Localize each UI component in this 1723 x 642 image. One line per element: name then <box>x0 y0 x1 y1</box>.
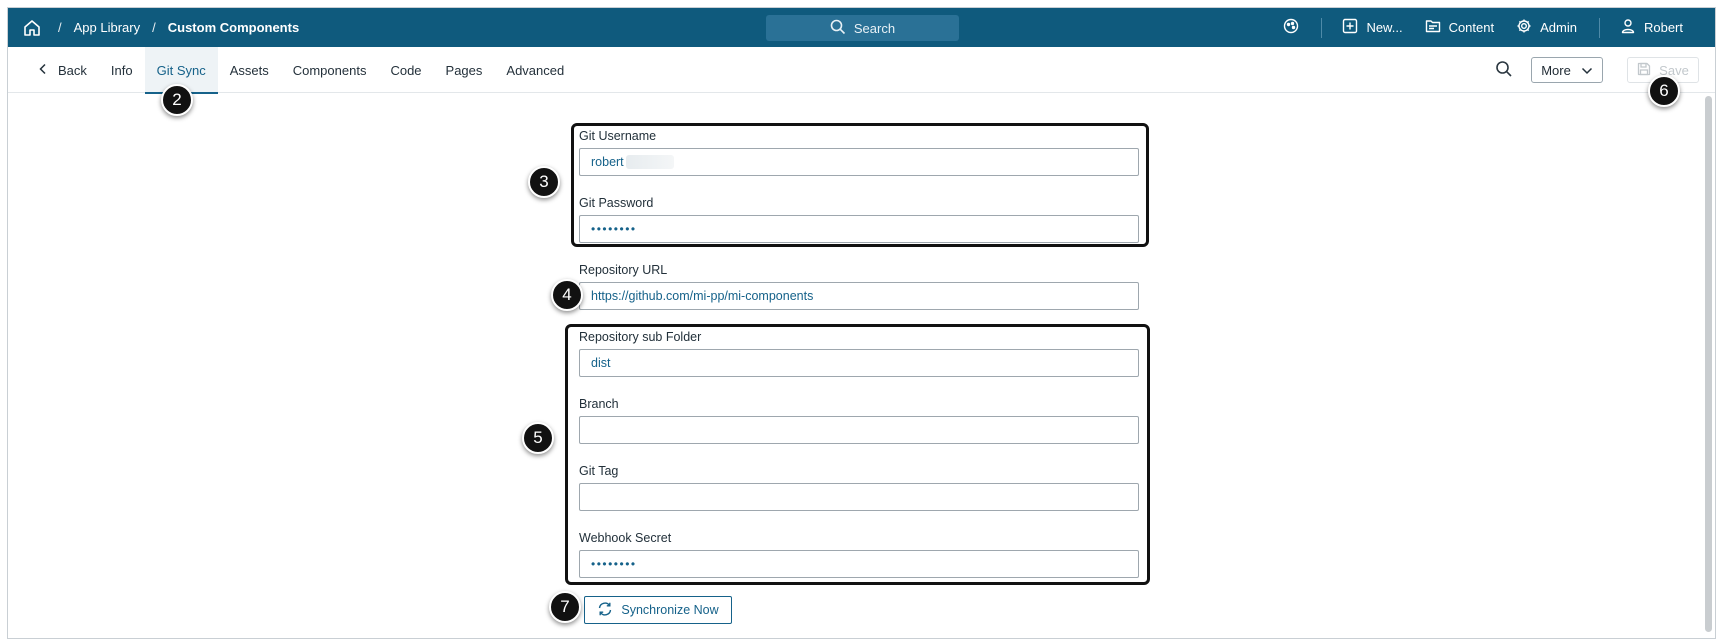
git-username-input[interactable]: robert <box>579 148 1139 176</box>
breadcrumb-current: Custom Components <box>167 20 300 35</box>
home-icon[interactable] <box>22 18 42 38</box>
git-tag-input[interactable] <box>579 483 1139 511</box>
palette-button[interactable] <box>1283 18 1299 37</box>
back-button[interactable]: Back <box>30 47 99 93</box>
repository-url-field: Repository URL https://github.com/mi-pp/… <box>579 262 1139 310</box>
breadcrumb: / App Library / Custom Components <box>46 8 299 47</box>
annotation-badge-4: 4 <box>551 279 583 311</box>
repository-sub-folder-label: Repository sub Folder <box>579 330 702 344</box>
repository-sub-folder-input[interactable]: dist <box>579 349 1139 377</box>
admin-button[interactable]: Admin <box>1516 18 1577 37</box>
chevron-down-icon <box>1581 63 1593 78</box>
admin-label: Admin <box>1540 20 1577 35</box>
app-window: / App Library / Custom Components Search <box>7 7 1716 639</box>
synchronize-now-button[interactable]: Synchronize Now <box>584 596 732 624</box>
breadcrumb-separator: / <box>58 20 62 35</box>
git-username-label: Git Username <box>579 129 657 143</box>
git-tag-field: Git Tag <box>579 463 1139 511</box>
user-icon <box>1620 18 1636 37</box>
git-username-value: robert <box>591 155 624 169</box>
git-password-field: Git Password •••••••• <box>579 195 1139 243</box>
repository-sub-folder-field: Repository sub Folder dist <box>579 329 1139 377</box>
webhook-secret-field: Webhook Secret •••••••• <box>579 530 1139 578</box>
new-button[interactable]: New... <box>1342 18 1403 37</box>
repository-url-value: https://github.com/mi-pp/mi-components <box>591 289 814 303</box>
user-label: Robert <box>1643 20 1683 35</box>
chevron-left-icon <box>38 63 48 78</box>
breadcrumb-app-library[interactable]: App Library <box>74 20 140 35</box>
search-icon <box>830 19 846 38</box>
synchronize-now-label: Synchronize Now <box>621 603 719 617</box>
annotation-badge-6: 6 <box>1648 75 1680 107</box>
redacted-text <box>625 155 674 169</box>
divider <box>1598 17 1600 38</box>
git-username-field: Git Username robert <box>579 128 1139 176</box>
tab-advanced[interactable]: Advanced <box>494 47 576 93</box>
global-search[interactable]: Search <box>766 15 959 41</box>
new-label: New... <box>1366 20 1403 35</box>
tab-bar: Back Info Git Sync Assets Components Cod… <box>8 47 1715 94</box>
top-nav-actions: New... Content Admin Robert <box>1283 8 1715 47</box>
tab-assets[interactable]: Assets <box>218 47 281 93</box>
breadcrumb-separator: / <box>152 20 156 35</box>
repository-url-label: Repository URL <box>579 263 668 277</box>
content-button[interactable]: Content <box>1425 18 1495 37</box>
annotation-badge-3: 3 <box>528 166 560 198</box>
webhook-secret-label: Webhook Secret <box>579 531 672 545</box>
more-label: More <box>1541 62 1571 78</box>
tab-code[interactable]: Code <box>378 47 433 93</box>
plus-square-icon <box>1342 18 1358 37</box>
git-tag-label: Git Tag <box>579 464 619 478</box>
annotation-badge-2: 2 <box>161 84 193 116</box>
webhook-secret-input[interactable]: •••••••• <box>579 550 1139 578</box>
palette-icon <box>1283 18 1299 37</box>
top-nav-bar: / App Library / Custom Components Search <box>8 8 1715 47</box>
git-password-label: Git Password <box>579 196 654 210</box>
repository-url-input[interactable]: https://github.com/mi-pp/mi-components <box>579 282 1139 310</box>
annotation-badge-5: 5 <box>522 422 554 454</box>
branch-input[interactable] <box>579 416 1139 444</box>
search-label: Search <box>853 20 896 36</box>
git-password-input[interactable]: •••••••• <box>579 215 1139 243</box>
vertical-scrollbar[interactable] <box>1705 96 1712 632</box>
gear-icon <box>1516 18 1532 37</box>
git-password-value: •••••••• <box>591 222 637 236</box>
webhook-secret-value: •••••••• <box>591 557 637 571</box>
floppy-icon <box>1637 62 1651 79</box>
tab-list: Back Info Git Sync Assets Components Cod… <box>30 47 576 94</box>
repository-sub-folder-value: dist <box>591 356 611 370</box>
tab-pages[interactable]: Pages <box>434 47 495 93</box>
tab-components[interactable]: Components <box>281 47 379 93</box>
more-button[interactable]: More <box>1531 57 1603 83</box>
back-label: Back <box>58 62 87 78</box>
branch-field: Branch <box>579 396 1139 444</box>
user-menu[interactable]: Robert <box>1620 18 1683 37</box>
divider <box>1321 17 1323 38</box>
content-label: Content <box>1448 20 1495 35</box>
annotation-badge-7: 7 <box>549 591 581 623</box>
tab-info[interactable]: Info <box>99 47 145 93</box>
branch-label: Branch <box>579 397 619 411</box>
refresh-icon <box>597 601 613 620</box>
folder-icon <box>1425 18 1441 37</box>
search-icon[interactable] <box>1495 60 1513 78</box>
